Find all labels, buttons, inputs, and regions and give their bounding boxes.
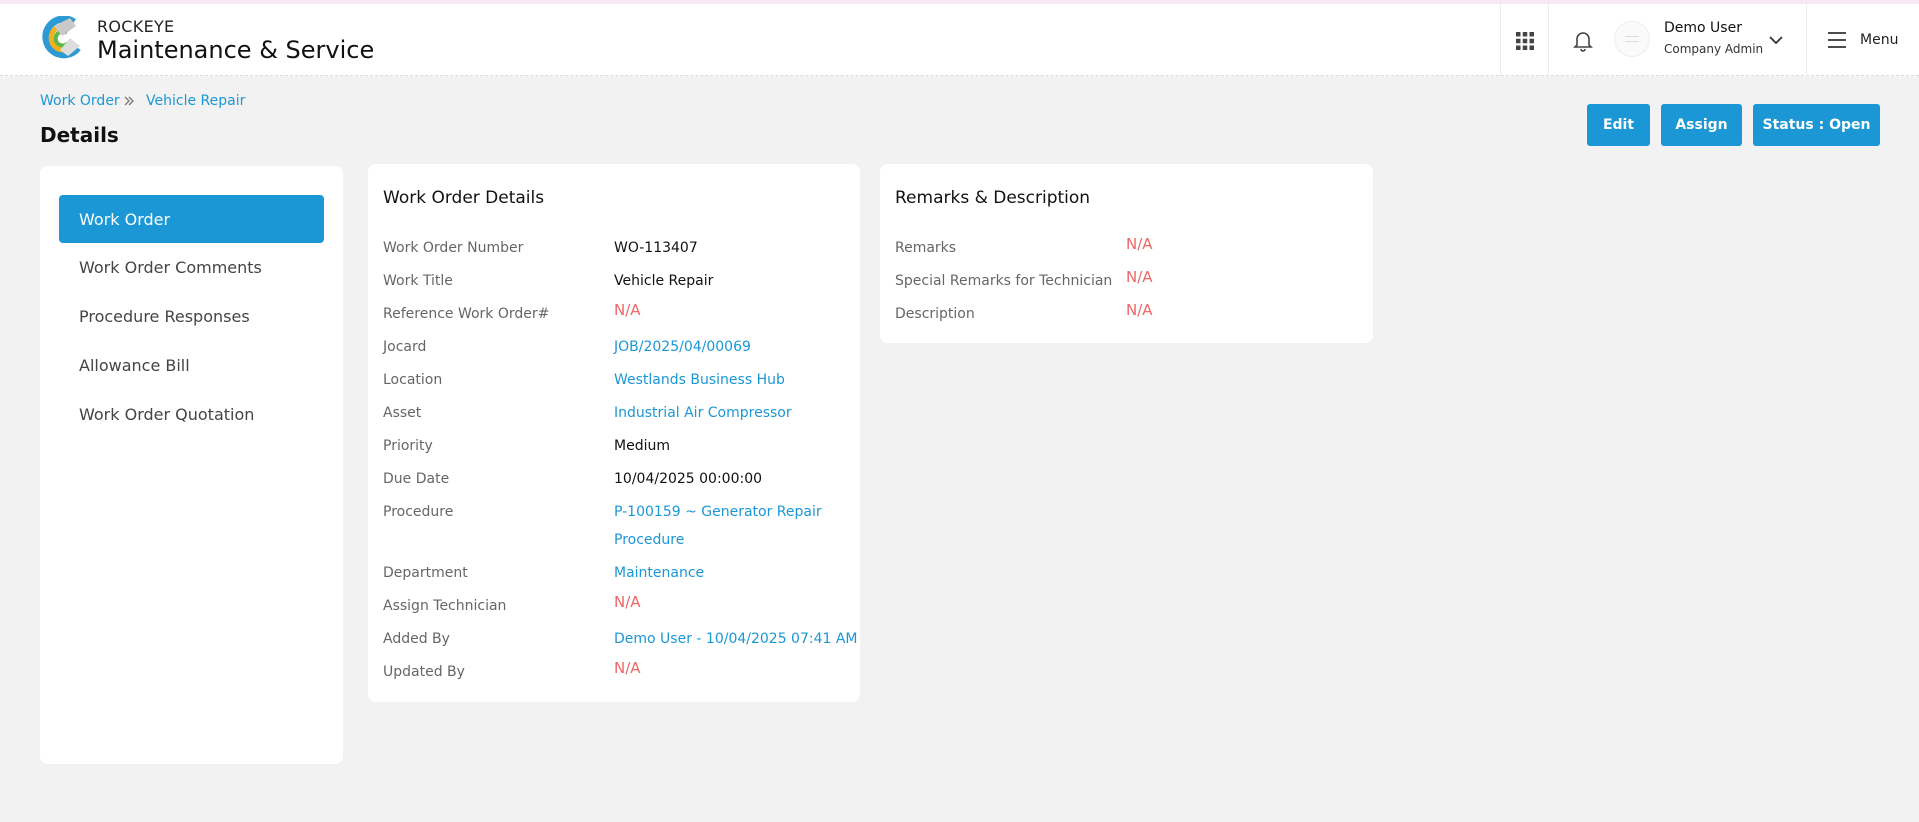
sidebar-item-work-order-quotation[interactable]: Work Order Quotation <box>59 390 324 438</box>
logo-icon <box>42 16 81 59</box>
detail-label: Department <box>383 565 468 581</box>
description-value: N/A <box>1126 301 1153 319</box>
chevron-down-icon[interactable] <box>1765 29 1787 51</box>
user-role: Company Admin <box>1664 42 1764 56</box>
sidebar-item-allowance-bill[interactable]: Allowance Bill <box>59 341 324 389</box>
detail-label: Jocard <box>383 339 427 355</box>
detail-label: Work Title <box>383 273 453 289</box>
details-card-title: Work Order Details <box>383 188 545 208</box>
chevron-double-right-icon <box>124 96 134 106</box>
special-remarks-label: Special Remarks for Technician <box>895 273 1113 289</box>
detail-label: Priority <box>383 438 433 454</box>
detail-label: Added By <box>383 631 450 647</box>
detail-label: Work Order Number <box>383 240 524 256</box>
detail-value-asset[interactable]: Industrial Air Compressor <box>614 399 792 427</box>
breadcrumb-vehicle-repair[interactable]: Vehicle Repair <box>146 93 245 109</box>
bell-icon <box>1573 32 1593 52</box>
avatar[interactable] <box>1614 21 1650 57</box>
special-remarks-value: N/A <box>1126 268 1153 286</box>
detail-value-reference-work-order: N/A <box>614 301 641 319</box>
apps-grid-icon <box>1516 32 1534 50</box>
app-header: ROCKEYE Maintenance & Service Demo User … <box>0 4 1919 76</box>
detail-value-work-order-number: WO-113407 <box>614 240 698 256</box>
header-divider <box>1548 4 1549 76</box>
detail-label: Procedure <box>383 504 454 520</box>
remarks-card-title: Remarks & Description <box>895 188 1091 208</box>
avatar-placeholder-icon <box>1625 36 1639 42</box>
detail-value-department[interactable]: Maintenance <box>614 559 704 587</box>
detail-value-procedure[interactable]: Procedure <box>614 526 684 554</box>
detail-label: Reference Work Order# <box>383 306 550 322</box>
breadcrumb-work-order[interactable]: Work Order <box>40 93 120 109</box>
header-divider <box>1806 4 1807 76</box>
sidebar: Work Order Work Order Comments Procedure… <box>40 166 343 764</box>
detail-value-updated-by: N/A <box>614 659 641 677</box>
remarks-card: Remarks & Description Remarks N/A Specia… <box>880 164 1373 343</box>
sidebar-item-work-order[interactable]: Work Order <box>59 195 324 243</box>
apps-grid-button[interactable] <box>1508 26 1542 56</box>
remarks-label: Remarks <box>895 240 957 256</box>
edit-button[interactable]: Edit <box>1587 104 1650 146</box>
detail-value-added-by[interactable]: Demo User - 10/04/2025 07:41 AM <box>614 625 858 653</box>
brand-small-title: ROCKEYE <box>97 17 175 36</box>
page-title: Details <box>40 123 119 147</box>
detail-value-due-date: 10/04/2025 00:00:00 <box>614 471 763 487</box>
detail-label: Location <box>383 372 443 388</box>
detail-value-work-title: Vehicle Repair <box>614 273 714 289</box>
detail-label: Due Date <box>383 471 450 487</box>
header-divider <box>1500 4 1501 76</box>
detail-label: Asset <box>383 405 422 421</box>
detail-value-priority: Medium <box>614 438 670 454</box>
menu-button-label[interactable]: Menu <box>1860 32 1898 48</box>
detail-value-assign-technician: N/A <box>614 593 641 611</box>
sidebar-item-work-order-comments[interactable]: Work Order Comments <box>59 243 324 291</box>
sidebar-item-procedure-responses[interactable]: Procedure Responses <box>59 292 324 340</box>
user-name[interactable]: Demo User <box>1664 20 1742 36</box>
detail-value-location[interactable]: Westlands Business Hub <box>614 366 785 394</box>
hamburger-icon[interactable] <box>1826 30 1848 50</box>
detail-value-jocard[interactable]: JOB/2025/04/00069 <box>614 333 751 361</box>
status-button[interactable]: Status : Open <box>1753 104 1880 146</box>
detail-label: Assign Technician <box>383 598 507 614</box>
detail-label: Updated By <box>383 664 465 680</box>
remarks-value: N/A <box>1126 235 1153 253</box>
detail-value-procedure[interactable]: P-100159 ~ Generator Repair <box>614 498 822 526</box>
work-order-details-card: Work Order Details Work Order Number WO-… <box>368 164 860 702</box>
description-label: Description <box>895 306 975 322</box>
assign-button[interactable]: Assign <box>1661 104 1742 146</box>
notifications-button[interactable] <box>1566 24 1600 58</box>
app-title: Maintenance & Service <box>97 36 375 64</box>
